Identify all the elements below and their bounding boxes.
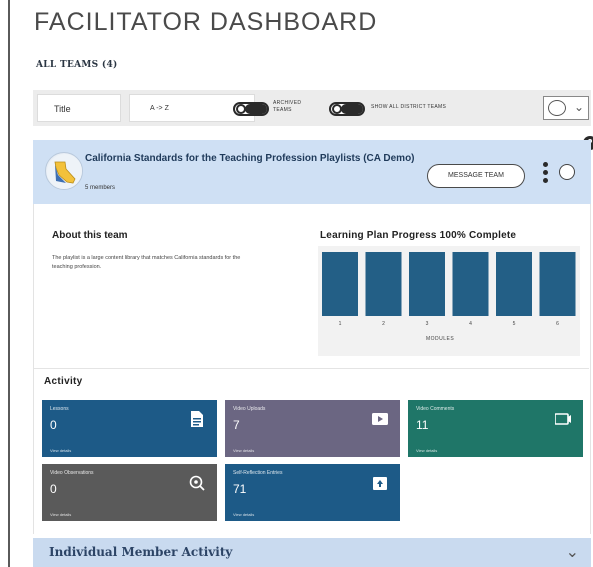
team-avatar [45, 152, 83, 190]
message-team-button[interactable]: MESSAGE TEAM [427, 164, 525, 188]
tile-view-details-link[interactable]: View details [233, 512, 254, 517]
individual-member-activity-title: Individual Member Activity [49, 545, 233, 559]
page-title: FACILITATOR DASHBOARD [34, 8, 378, 36]
sort-field-select[interactable]: Title [37, 94, 121, 122]
sort-direction-value: A -> Z [150, 105, 169, 112]
view-options-select[interactable]: ⌄ [543, 96, 589, 120]
activity-tile-lessons[interactable]: Lessons 0 View details [42, 400, 217, 457]
select-team-radio[interactable] [559, 164, 575, 180]
chart-bar-5 [496, 252, 532, 316]
about-team-title: About this team [52, 230, 128, 241]
divider [34, 368, 589, 369]
chart-tick-label: 2 [382, 321, 385, 327]
toggle-knob [236, 104, 246, 114]
about-team-text: The playlist is a large content library … [52, 255, 241, 270]
activity-tile-video-observations[interactable]: Video Observations 0 View details [42, 464, 217, 521]
activity-tile-video-uploads[interactable]: Video Uploads 7 View details [225, 400, 400, 457]
team-card-header: California Standards for the Teaching Pr… [33, 140, 591, 204]
tile-value: 71 [233, 482, 247, 496]
chart-bar-2 [365, 252, 402, 316]
tile-label: Video Uploads [233, 406, 266, 412]
chart-tick-label: 5 [513, 321, 516, 327]
chart-bar-3 [409, 252, 445, 316]
toggle-fill [341, 104, 363, 114]
chart-tick-label: 3 [426, 321, 429, 327]
chart-bar-6 [539, 252, 576, 316]
chevron-down-icon: ⌄ [573, 100, 584, 114]
all-teams-count: ALL TEAMS (4) [36, 60, 118, 70]
tile-view-details-link[interactable]: View details [416, 448, 437, 453]
activity-tile-self-reflection[interactable]: Self-Reflection Entries 71 View details [225, 464, 400, 521]
tile-value: 11 [416, 418, 429, 432]
tile-value: 0 [50, 418, 57, 432]
show-all-district-label: SHOW ALL DISTRICT TEAMS [371, 104, 447, 110]
activity-tile-video-comments[interactable]: Video Comments 11 View details [408, 400, 583, 457]
archived-teams-toggle[interactable] [233, 102, 269, 116]
tile-label: Video Observations [50, 470, 94, 476]
tile-view-details-link[interactable]: View details [50, 512, 71, 517]
chart-xlabel: MODULES [426, 336, 455, 342]
video-camera-icon [372, 413, 388, 425]
team-name[interactable]: California Standards for the Teaching Pr… [85, 152, 415, 165]
tile-label: Lessons [50, 406, 69, 412]
magnify-icon [189, 475, 205, 491]
tile-value: 7 [233, 418, 240, 432]
chart-tick-label: 4 [469, 321, 472, 327]
learning-plan-progress-title: Learning Plan Progress 100% Complete [320, 230, 517, 241]
chart-tick-label: 1 [339, 321, 342, 327]
toggle-fill [245, 104, 267, 114]
chevron-down-icon[interactable]: ⌄ [566, 542, 579, 562]
tile-view-details-link[interactable]: View details [233, 448, 254, 453]
individual-member-activity-accordion[interactable]: Individual Member Activity ⌄ [33, 538, 591, 567]
tile-view-details-link[interactable]: View details [50, 448, 71, 453]
comment-video-icon [555, 413, 571, 425]
tile-label: Self-Reflection Entries [233, 470, 283, 476]
filter-toolbar: Title A -> Z ⌄ ARCHIVED TEAMS SHOW ALL D… [33, 90, 591, 126]
tile-value: 0 [50, 482, 57, 496]
california-state-icon [47, 154, 82, 189]
circle-icon [548, 100, 566, 116]
document-icon [191, 411, 203, 427]
chart-tick-label: 6 [556, 321, 559, 327]
activity-title: Activity [44, 376, 83, 387]
left-edge-rule [8, 0, 10, 567]
upload-icon [373, 477, 387, 490]
tile-label: Video Comments [416, 406, 455, 412]
toggle-knob [332, 104, 342, 114]
chart-bar-4 [452, 252, 489, 316]
show-all-district-toggle[interactable] [329, 102, 365, 116]
chart-bar-1 [322, 252, 358, 316]
team-member-count: 5 members [85, 185, 116, 191]
more-options-icon[interactable] [543, 162, 549, 186]
archived-teams-label: ARCHIVED TEAMS [273, 100, 302, 113]
